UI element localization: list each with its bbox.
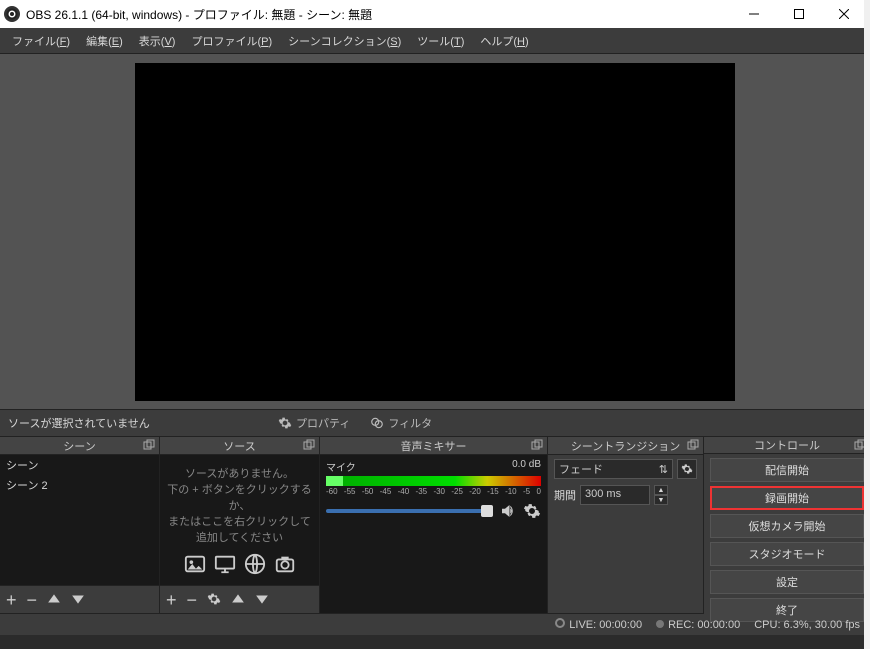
start-record-button[interactable]: 録画開始 — [710, 486, 864, 510]
docks-row: シーン シーン シーン 2 + − ソース ソースがありません。 下の + ボタ… — [0, 437, 870, 613]
popout-icon[interactable] — [687, 439, 699, 451]
menu-scene-collection[interactable]: シーンコレクション(S) — [280, 29, 409, 53]
chevron-updown-icon: ⇅ — [659, 463, 668, 476]
minimize-button[interactable] — [731, 0, 776, 28]
window-titlebar: OBS 26.1.1 (64-bit, windows) - プロファイル: 無… — [0, 0, 870, 28]
remove-scene-button[interactable]: − — [27, 591, 38, 609]
move-source-up-button[interactable] — [231, 591, 245, 609]
move-source-down-button[interactable] — [255, 591, 269, 609]
source-toolbar: ソースが選択されていません プロパティ フィルタ — [0, 409, 870, 437]
mixer-header: 音声ミキサー — [320, 437, 547, 455]
duration-label: 期間 — [554, 487, 576, 503]
image-icon — [184, 553, 206, 575]
scenes-header: シーン — [0, 437, 159, 455]
menu-edit[interactable]: 編集(E) — [78, 29, 131, 53]
menu-profile[interactable]: プロファイル(P) — [183, 29, 280, 53]
rec-indicator-icon — [656, 620, 664, 628]
transition-select[interactable]: フェード ⇅ — [554, 459, 673, 479]
filters-button[interactable]: フィルタ — [360, 410, 442, 436]
mixer-channel-name: マイク — [326, 459, 356, 474]
popout-icon[interactable] — [531, 439, 543, 451]
audio-meter — [326, 476, 541, 486]
transitions-dock: シーントランジション フェード ⇅ 期間 300 ms ▲ ▼ — [548, 437, 704, 613]
no-source-selected-text: ソースが選択されていません — [0, 415, 268, 431]
live-indicator-icon — [555, 618, 565, 628]
transition-settings-button[interactable] — [677, 459, 697, 479]
sources-header: ソース — [160, 437, 319, 455]
volume-slider[interactable] — [326, 509, 493, 513]
move-scene-down-button[interactable] — [71, 591, 85, 609]
maximize-button[interactable] — [776, 0, 821, 28]
scenes-dock: シーン シーン シーン 2 + − — [0, 437, 160, 613]
rec-status: REC: 00:00:00 — [656, 619, 740, 631]
gear-icon — [278, 416, 292, 430]
controls-dock: コントロール 配信開始 録画開始 仮想カメラ開始 スタジオモード 設定 終了 — [704, 437, 870, 613]
close-button[interactable] — [821, 0, 866, 28]
duration-input[interactable]: 300 ms — [580, 485, 650, 505]
studio-mode-button[interactable]: スタジオモード — [710, 542, 864, 566]
scene-item[interactable]: シーン 2 — [0, 475, 159, 495]
controls-header: コントロール — [704, 437, 870, 454]
slider-thumb[interactable] — [481, 505, 493, 517]
mixer-body: マイク 0.0 dB -60-55-50-45-40-35-30-25-20-1… — [320, 455, 547, 613]
source-settings-button[interactable] — [207, 591, 221, 609]
popout-icon[interactable] — [143, 439, 155, 451]
step-up-button[interactable]: ▲ — [654, 485, 668, 495]
filter-icon — [370, 416, 384, 430]
menubar: ファイル(F) 編集(E) 表示(V) プロファイル(P) シーンコレクション(… — [0, 28, 870, 54]
sources-footer: + − — [160, 585, 319, 613]
controls-body: 配信開始 録画開始 仮想カメラ開始 スタジオモード 設定 終了 — [704, 454, 870, 626]
window-scrollbar[interactable] — [864, 0, 870, 649]
transitions-body: フェード ⇅ 期間 300 ms ▲ ▼ — [548, 455, 703, 613]
duration-stepper[interactable]: ▲ ▼ — [654, 485, 668, 505]
menu-view[interactable]: 表示(V) — [131, 29, 184, 53]
sources-list[interactable]: ソースがありません。 下の + ボタンをクリックするか、 またはここを右クリック… — [160, 455, 319, 585]
scenes-footer: + − — [0, 585, 159, 613]
sources-dock: ソース ソースがありません。 下の + ボタンをクリックするか、 またはここを右… — [160, 437, 320, 613]
camera-icon — [274, 553, 296, 575]
step-down-button[interactable]: ▼ — [654, 495, 668, 505]
preview-area[interactable] — [0, 54, 870, 409]
window-title: OBS 26.1.1 (64-bit, windows) - プロファイル: 無… — [26, 6, 731, 23]
move-scene-up-button[interactable] — [47, 591, 61, 609]
add-source-button[interactable]: + — [166, 591, 177, 609]
menu-file[interactable]: ファイル(F) — [4, 29, 78, 53]
gear-icon[interactable] — [523, 502, 541, 520]
scene-item[interactable]: シーン — [0, 455, 159, 475]
start-vcam-button[interactable]: 仮想カメラ開始 — [710, 514, 864, 538]
meter-ticks: -60-55-50-45-40-35-30-25-20-15-10-50 — [326, 487, 541, 496]
preview-canvas[interactable] — [135, 63, 735, 401]
add-scene-button[interactable]: + — [6, 591, 17, 609]
audio-mixer-dock: 音声ミキサー マイク 0.0 dB -60-55-50-45-40-35-30-… — [320, 437, 548, 613]
menu-help[interactable]: ヘルプ(H) — [472, 29, 536, 53]
transitions-header: シーントランジション — [548, 437, 703, 455]
start-stream-button[interactable]: 配信開始 — [710, 458, 864, 482]
globe-icon — [244, 553, 266, 575]
remove-source-button[interactable]: − — [187, 591, 198, 609]
mixer-db-value: 0.0 dB — [512, 459, 541, 474]
speaker-icon[interactable] — [499, 502, 517, 520]
sources-empty-hint: ソースがありません。 下の + ボタンをクリックするか、 またはここを右クリック… — [160, 455, 319, 585]
cpu-status: CPU: 6.3%, 30.00 fps — [754, 619, 860, 631]
obs-logo-icon — [4, 6, 20, 22]
popout-icon[interactable] — [303, 439, 315, 451]
display-icon — [214, 553, 236, 575]
live-status: LIVE: 00:00:00 — [555, 618, 642, 631]
properties-button[interactable]: プロパティ — [268, 410, 360, 436]
settings-button[interactable]: 設定 — [710, 570, 864, 594]
scenes-list[interactable]: シーン シーン 2 — [0, 455, 159, 585]
menu-tools[interactable]: ツール(T) — [409, 29, 472, 53]
